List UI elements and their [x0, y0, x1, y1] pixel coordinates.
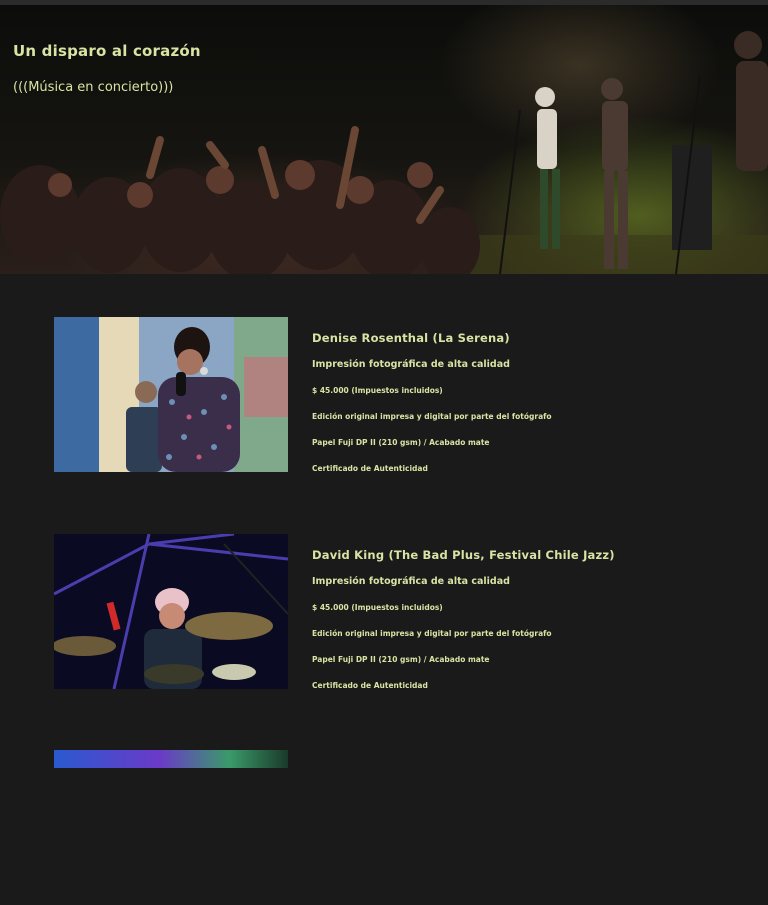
- hero-title: Un disparo al corazón: [13, 42, 201, 60]
- product-name[interactable]: Denise Rosenthal (La Serena): [312, 331, 732, 345]
- product-name[interactable]: David King (The Bad Plus, Festival Chile…: [312, 548, 732, 562]
- product-photo[interactable]: [54, 534, 288, 689]
- product-edition: Edición original impresa y digital por p…: [312, 629, 552, 638]
- product-certificate: Certificado de Autenticidad: [312, 464, 428, 473]
- product-edition: Edición original impresa y digital por p…: [312, 412, 552, 421]
- product-paper: Papel Fuji DP II (210 gsm) / Acabado mat…: [312, 438, 490, 447]
- product-certificate: Certificado de Autenticidad: [312, 681, 428, 690]
- product-price: $ 45.000 (Impuestos incluidos): [312, 386, 443, 395]
- product-card: Denise Rosenthal (La Serena) Impresión f…: [54, 317, 714, 473]
- product-photo[interactable]: [54, 317, 288, 472]
- product-print-type: Impresión fotográfica de alta calidad: [312, 359, 510, 370]
- hero-subtitle: (((Música en concierto))): [13, 80, 174, 95]
- product-info: David King (The Bad Plus, Festival Chile…: [312, 548, 732, 706]
- product-photo[interactable]: [54, 750, 288, 768]
- product-print-type: Impresión fotográfica de alta calidad: [312, 576, 510, 587]
- product-info: Denise Rosenthal (La Serena) Impresión f…: [312, 331, 732, 489]
- product-card: [54, 750, 714, 905]
- product-card: David King (The Bad Plus, Festival Chile…: [54, 534, 714, 690]
- product-paper: Papel Fuji DP II (210 gsm) / Acabado mat…: [312, 655, 490, 664]
- hero-banner: Un disparo al corazón (((Música en conci…: [0, 5, 768, 274]
- product-price: $ 45.000 (Impuestos incluidos): [312, 603, 443, 612]
